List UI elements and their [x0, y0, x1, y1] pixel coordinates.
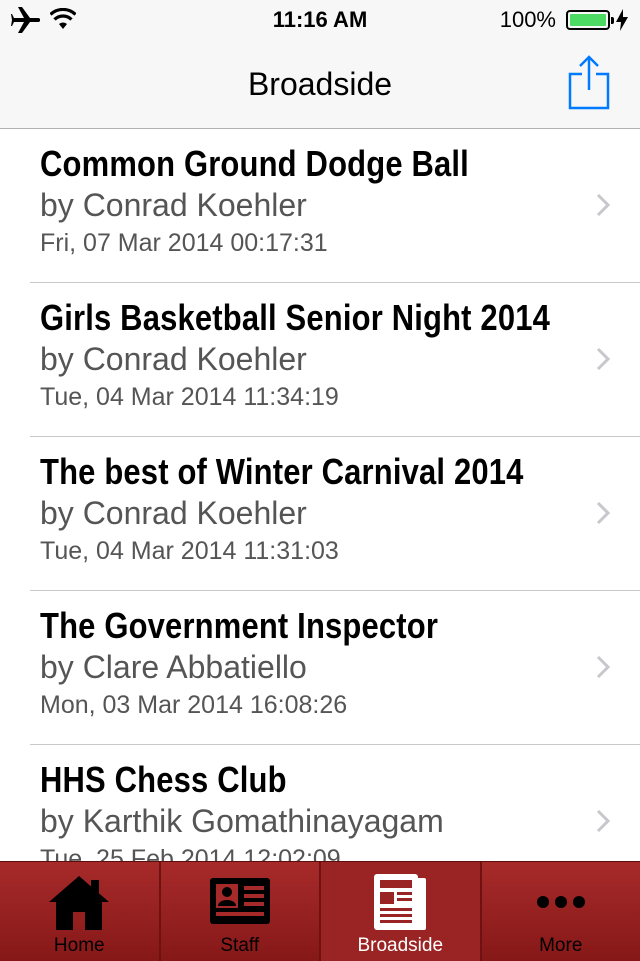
article-author: by Karthik Gomathinayagam — [40, 803, 444, 840]
article-date: Tue, 04 Mar 2014 11:34:19 — [40, 383, 339, 412]
article-title: HHS Chess Club — [40, 759, 287, 801]
article-date: Tue, 25 Feb 2014 12:02:09 — [40, 845, 341, 861]
article-title: The Government Inspector — [40, 605, 438, 647]
charging-bolt-icon — [616, 9, 628, 31]
navigation-bar: Broadside — [0, 40, 640, 129]
page-title: Broadside — [0, 66, 640, 103]
more-icon — [529, 872, 593, 932]
battery-terminal — [611, 17, 614, 24]
article-cell[interactable]: The Government Inspector by Clare Abbati… — [0, 591, 640, 745]
battery-percentage: 100% — [500, 7, 556, 33]
tab-more[interactable]: More — [482, 862, 640, 961]
article-cell[interactable]: The best of Winter Carnival 2014 by Conr… — [0, 437, 640, 591]
article-date: Mon, 03 Mar 2014 16:08:26 — [40, 691, 347, 720]
tab-label: Staff — [161, 935, 320, 957]
newspaper-icon — [368, 872, 432, 932]
tab-label: Home — [0, 935, 159, 957]
tab-staff[interactable]: Staff — [161, 862, 322, 961]
article-cell[interactable]: Girls Basketball Senior Night 2014 by Co… — [0, 283, 640, 437]
chevron-right-icon — [596, 809, 610, 833]
tab-home[interactable]: Home — [0, 862, 161, 961]
article-author: by Clare Abbatiello — [40, 649, 307, 686]
article-author: by Conrad Koehler — [40, 495, 307, 532]
article-cell[interactable]: HHS Chess Club by Karthik Gomathinayagam… — [0, 745, 640, 861]
article-author: by Conrad Koehler — [40, 341, 307, 378]
article-title: The best of Winter Carnival 2014 — [40, 451, 524, 493]
chevron-right-icon — [596, 655, 610, 679]
article-cell[interactable]: Common Ground Dodge Ball by Conrad Koehl… — [0, 129, 640, 283]
article-list[interactable]: Common Ground Dodge Ball by Conrad Koehl… — [0, 129, 640, 861]
home-icon — [47, 872, 111, 932]
tab-bar: Home Staff Broadside — [0, 861, 640, 961]
article-author: by Conrad Koehler — [40, 187, 307, 224]
status-bar: 11:16 AM 100% — [0, 0, 640, 40]
article-date: Fri, 07 Mar 2014 00:17:31 — [40, 229, 328, 258]
battery-icon — [566, 10, 610, 30]
share-icon[interactable] — [568, 54, 610, 110]
tab-broadside[interactable]: Broadside — [321, 862, 482, 961]
chevron-right-icon — [596, 347, 610, 371]
chevron-right-icon — [596, 193, 610, 217]
tab-label: More — [482, 935, 640, 957]
staff-id-icon — [208, 872, 272, 932]
battery-level — [570, 14, 606, 26]
article-date: Tue, 04 Mar 2014 11:31:03 — [40, 537, 339, 566]
article-title: Common Ground Dodge Ball — [40, 143, 469, 185]
chevron-right-icon — [596, 501, 610, 525]
article-title: Girls Basketball Senior Night 2014 — [40, 297, 550, 339]
tab-label: Broadside — [321, 935, 480, 957]
